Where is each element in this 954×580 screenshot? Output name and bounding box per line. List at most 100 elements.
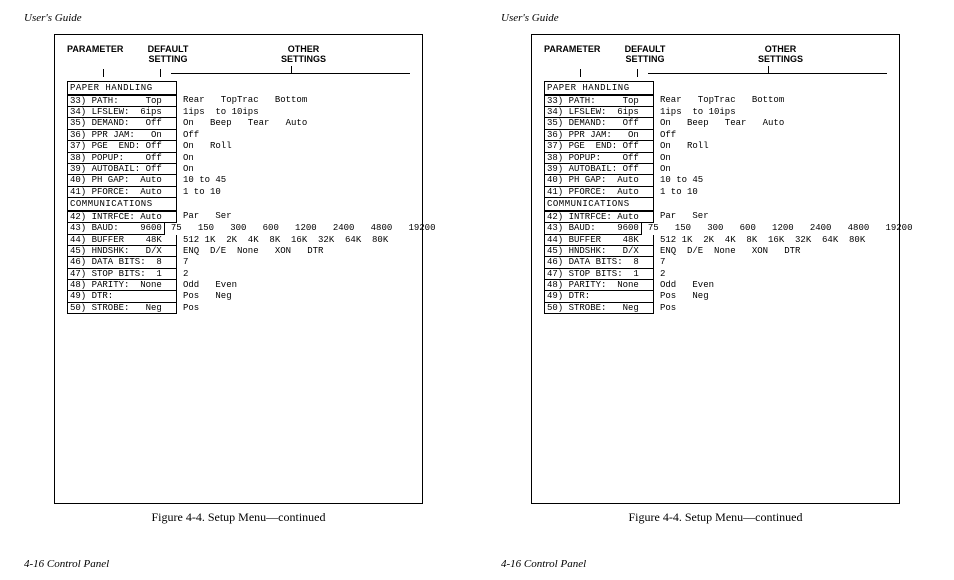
- param-cell: 45) HNDSHK: D/X: [67, 246, 177, 257]
- param-cell: 38) POPUP: Off: [67, 153, 177, 164]
- setting-row: 46) DATA BITS: 87: [544, 257, 887, 268]
- other-settings-cell: 2: [177, 269, 410, 280]
- param-cell: 34) LFSLEW: 6ips: [544, 107, 654, 118]
- param-cell: 36) PPR JAM: On: [67, 130, 177, 141]
- setting-row: 38) POPUP: OffOn: [67, 153, 410, 164]
- setting-row: 40) PH GAP: Auto10 to 45: [544, 175, 887, 186]
- setting-row: 48) PARITY: NoneOdd Even: [67, 280, 410, 291]
- setting-row: 34) LFSLEW: 6ips1ips to 10ips: [544, 107, 887, 118]
- setting-row: 47) STOP BITS: 12: [544, 269, 887, 280]
- param-cell: 39) AUTOBAIL: Off: [544, 164, 654, 175]
- header-ticks: [67, 69, 410, 79]
- other-settings-cell: Rear TopTrac Bottom: [177, 95, 410, 107]
- col-parameter: PARAMETER: [67, 45, 139, 65]
- section-title: COMMUNICATIONS: [544, 198, 654, 211]
- param-cell: 44) BUFFER 48K: [67, 235, 177, 246]
- figure-caption: Figure 4-4. Setup Menu—continued: [501, 510, 930, 525]
- setting-row: 45) HNDSHK: D/XENQ D/E None XON DTR: [67, 246, 410, 257]
- other-settings-cell: Off: [177, 130, 410, 141]
- param-cell: 46) DATA BITS: 8: [544, 257, 654, 268]
- page-header: User's Guide: [24, 0, 453, 30]
- column-headers: PARAMETERDEFAULTSETTINGOTHERSETTINGS: [67, 45, 410, 65]
- figure-caption: Figure 4-4. Setup Menu—continued: [24, 510, 453, 525]
- other-settings-cell: 1 to 10: [654, 187, 887, 198]
- setting-row: 37) PGE END: OffOn Roll: [67, 141, 410, 152]
- setting-row: 38) POPUP: OffOn: [544, 153, 887, 164]
- other-settings-cell: Rear TopTrac Bottom: [654, 95, 887, 107]
- page-footer: 4-16 Control Panel: [501, 558, 586, 570]
- other-settings-cell: 1ips to 10ips: [177, 107, 410, 118]
- other-settings-cell: On: [654, 164, 887, 175]
- param-cell: 49) DTR:: [67, 291, 177, 302]
- other-settings-cell: Par Ser: [654, 211, 887, 223]
- param-cell: 38) POPUP: Off: [544, 153, 654, 164]
- other-settings-cell: On Beep Tear Auto: [654, 118, 887, 129]
- param-cell: 36) PPR JAM: On: [544, 130, 654, 141]
- param-cell: 43) BAUD: 9600: [544, 223, 642, 234]
- param-cell: 45) HNDSHK: D/X: [544, 246, 654, 257]
- other-settings-cell: 7: [177, 257, 410, 268]
- column-headers: PARAMETERDEFAULTSETTINGOTHERSETTINGS: [544, 45, 887, 65]
- other-settings-cell: On: [654, 153, 887, 164]
- other-settings-cell: 75 150 300 600 1200 2400 4800 19200: [165, 223, 436, 234]
- param-cell: 35) DEMAND: Off: [544, 118, 654, 129]
- setting-row: 44) BUFFER 48K512 1K 2K 4K 8K 16K 32K 64…: [544, 235, 887, 246]
- setting-row: 36) PPR JAM: OnOff: [544, 130, 887, 141]
- other-settings-cell: 10 to 45: [177, 175, 410, 186]
- setting-row: 49) DTR: Pos Neg: [67, 291, 410, 302]
- other-settings-cell: 512 1K 2K 4K 8K 16K 32K 64K 80K: [177, 235, 410, 246]
- param-cell: 37) PGE END: Off: [544, 141, 654, 152]
- setting-row: 35) DEMAND: OffOn Beep Tear Auto: [544, 118, 887, 129]
- other-settings-cell: ENQ D/E None XON DTR: [654, 246, 887, 257]
- param-cell: 42) INTRFCE: Auto: [544, 211, 654, 223]
- col-default-setting: DEFAULTSETTING: [139, 45, 197, 65]
- col-default-setting: DEFAULTSETTING: [616, 45, 674, 65]
- setting-row: 40) PH GAP: Auto10 to 45: [67, 175, 410, 186]
- param-cell: 33) PATH: Top: [67, 95, 177, 107]
- setting-row: 39) AUTOBAIL: OffOn: [67, 164, 410, 175]
- setting-row: 42) INTRFCE: AutoPar Ser: [67, 211, 410, 223]
- other-settings-cell: 2: [654, 269, 887, 280]
- other-settings-cell: On: [177, 164, 410, 175]
- setting-row: 46) DATA BITS: 87: [67, 257, 410, 268]
- param-cell: 41) PFORCE: Auto: [67, 187, 177, 198]
- other-settings-cell: ENQ D/E None XON DTR: [177, 246, 410, 257]
- other-settings-cell: 1ips to 10ips: [654, 107, 887, 118]
- page-spread: User's Guide PARAMETERDEFAULTSETTINGOTHE…: [0, 0, 954, 580]
- setting-row: 35) DEMAND: OffOn Beep Tear Auto: [67, 118, 410, 129]
- setting-row: 45) HNDSHK: D/XENQ D/E None XON DTR: [544, 246, 887, 257]
- setting-row: 42) INTRFCE: AutoPar Ser: [544, 211, 887, 223]
- page-footer: 4-16 Control Panel: [24, 558, 109, 570]
- setting-row: 41) PFORCE: Auto1 to 10: [67, 187, 410, 198]
- param-cell: 34) LFSLEW: 6ips: [67, 107, 177, 118]
- setting-row: 36) PPR JAM: OnOff: [67, 130, 410, 141]
- setting-row: 48) PARITY: NoneOdd Even: [544, 280, 887, 291]
- col-other-settings: OTHERSETTINGS: [197, 45, 410, 65]
- other-settings-cell: On Beep Tear Auto: [177, 118, 410, 129]
- setting-row: 43) BAUD: 960075 150 300 600 1200 2400 4…: [544, 223, 887, 234]
- param-cell: 50) STROBE: Neg: [67, 303, 177, 314]
- setting-row: 49) DTR: Pos Neg: [544, 291, 887, 302]
- param-cell: 35) DEMAND: Off: [67, 118, 177, 129]
- setting-row: 39) AUTOBAIL: OffOn: [544, 164, 887, 175]
- setting-row: 43) BAUD: 960075 150 300 600 1200 2400 4…: [67, 223, 410, 234]
- other-settings-cell: Odd Even: [177, 280, 410, 291]
- other-settings-cell: Off: [654, 130, 887, 141]
- param-cell: 41) PFORCE: Auto: [544, 187, 654, 198]
- param-cell: 44) BUFFER 48K: [544, 235, 654, 246]
- other-settings-cell: On Roll: [654, 141, 887, 152]
- param-cell: 47) STOP BITS: 1: [544, 269, 654, 280]
- figure-frame: PARAMETERDEFAULTSETTINGOTHERSETTINGSPAPE…: [54, 34, 423, 504]
- setting-row: 34) LFSLEW: 6ips1ips to 10ips: [67, 107, 410, 118]
- setting-row: 33) PATH: TopRear TopTrac Bottom: [544, 95, 887, 107]
- param-cell: 48) PARITY: None: [544, 280, 654, 291]
- param-cell: 40) PH GAP: Auto: [67, 175, 177, 186]
- other-settings-cell: Pos Neg: [177, 291, 410, 302]
- other-settings-cell: 7: [654, 257, 887, 268]
- param-cell: 42) INTRFCE: Auto: [67, 211, 177, 223]
- section-title: PAPER HANDLING: [544, 81, 654, 95]
- figure-frame: PARAMETERDEFAULTSETTINGOTHERSETTINGS PAPE…: [531, 34, 900, 504]
- param-cell: 49) DTR:: [544, 291, 654, 302]
- col-parameter: PARAMETER: [544, 45, 616, 65]
- param-cell: 33) PATH: Top: [544, 95, 654, 107]
